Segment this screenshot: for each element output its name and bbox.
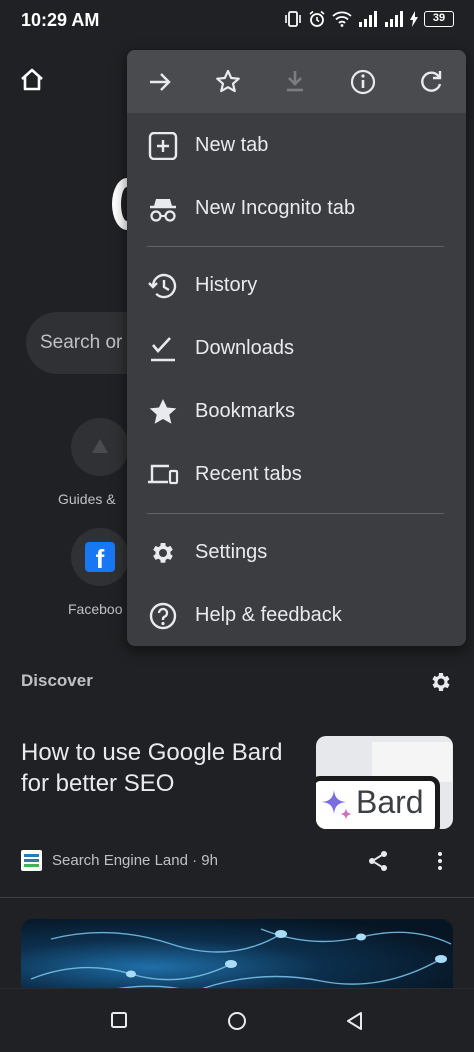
incognito-icon [150,199,176,222]
bookmark-page-button[interactable] [213,67,243,97]
back-nav-button[interactable] [345,1011,365,1036]
discover-title: Discover [21,671,93,690]
shortcut-label-facebook: Faceboo [68,601,123,617]
triangle-back-icon [347,1012,362,1030]
article-title[interactable]: How to use Google Bard for better SEO [21,737,296,799]
shortcut-tile-facebook[interactable]: f [71,528,129,586]
status-bar: 10:29 AM 39 [0,0,474,42]
add-box-icon [148,132,178,160]
menu-item-label: Downloads [195,337,294,359]
menu-item-history[interactable]: History [127,258,466,314]
battery-icon: 39 [424,11,454,27]
sperm-cells-illustration [30,928,452,998]
menu-divider [147,513,444,514]
devices-icon [148,464,179,485]
vibrate-icon [285,11,301,27]
search-placeholder: Search or [40,332,123,353]
menu-item-new-tab[interactable]: New tab [127,118,466,174]
download-icon [287,71,303,92]
page-info-button[interactable] [348,67,378,97]
signal-icon-1 [359,11,377,27]
charging-icon [410,11,418,27]
more-vert-icon [438,852,442,870]
menu-item-label: History [195,274,258,296]
system-nav-bar [0,988,474,1052]
history-icon [148,273,177,299]
forward-arrow-icon [150,73,171,91]
menu-item-downloads[interactable]: Downloads [127,321,466,377]
home-icon [21,68,43,91]
menu-item-new-incognito-tab[interactable]: New Incognito tab [127,181,466,237]
home-button[interactable] [16,64,48,96]
status-icons: 39 [284,10,454,28]
facebook-icon: f [85,542,115,574]
bookmark-star-icon [149,399,177,424]
home-nav-button[interactable] [227,1011,247,1036]
menu-item-label: New Incognito tab [195,197,356,219]
settings-gear-icon [153,543,173,563]
article-source: Search Engine Land · 9h [52,852,218,869]
shortcut-tile-guides[interactable] [71,418,129,476]
refresh-icon [421,71,442,92]
alarm-icon [309,10,325,27]
discover-settings-button[interactable] [428,670,452,699]
signal-icon-2 [385,11,403,27]
menu-item-label: Help & feedback [195,604,342,626]
recents-button[interactable] [110,1011,128,1034]
share-button[interactable] [366,849,390,878]
help-icon [149,602,177,630]
share-icon [369,851,387,871]
menu-item-label: New tab [195,134,269,156]
download-page-button[interactable] [280,67,310,97]
status-time: 10:29 AM [21,10,100,30]
star-icon [216,69,240,93]
info-icon [350,69,376,95]
menu-item-label: Recent tabs [195,463,302,485]
search-engine-land-favicon [21,850,42,871]
article-thumbnail[interactable]: Bard [316,736,453,829]
article-source-row: Search Engine Land · 9h [21,850,218,871]
menu-divider [147,246,444,247]
menu-item-settings[interactable]: Settings [127,525,466,581]
gear-icon [432,673,450,691]
forward-button[interactable] [145,67,175,97]
menu-item-help-feedback[interactable]: Help & feedback [127,588,466,644]
menu-item-label: Settings [195,541,268,563]
menu-item-recent-tabs[interactable]: Recent tabs [127,447,466,503]
square-recents-icon [111,1012,127,1028]
menu-toolbar [127,50,466,113]
article2-image[interactable] [21,919,453,999]
shortcut-label-guides: Guides & [58,491,116,507]
article-more-button[interactable] [432,849,448,878]
feed-divider [0,897,474,898]
thumbnail-bard-text: Bard [356,784,424,820]
guides-icon [92,439,108,453]
menu-item-bookmarks[interactable]: Bookmarks [127,384,466,440]
circle-home-icon [228,1012,246,1030]
downloads-check-icon [151,337,175,362]
bard-sparkle-icon [322,790,352,820]
refresh-button[interactable] [416,67,446,97]
overflow-menu: New tab New Incognito tab History Downlo… [127,50,466,646]
menu-item-label: Bookmarks [195,400,296,422]
wifi-icon [332,11,352,27]
